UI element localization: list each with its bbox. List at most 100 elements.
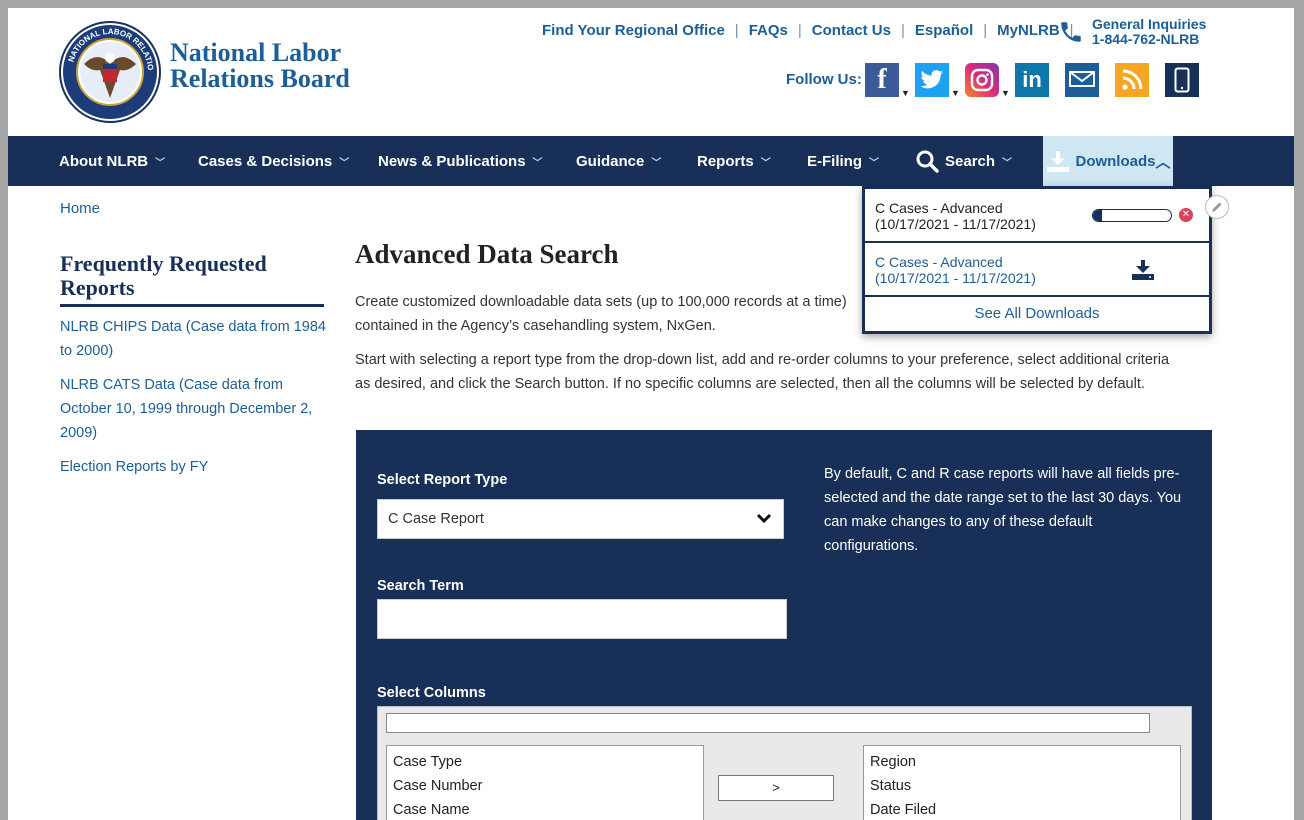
- download-item-in-progress: C Cases - Advanced (10/17/2021 - 11/17/2…: [865, 189, 1209, 243]
- link-line: October 10, 1999 through December 2,: [60, 401, 313, 417]
- nav-guidance[interactable]: Guidance ﹀: [576, 136, 661, 186]
- mynlrb-link[interactable]: MyNLRB: [997, 22, 1060, 39]
- follow-us-label: Follow Us:: [786, 71, 862, 88]
- chevron-down-icon[interactable]: ▼: [1001, 88, 1010, 98]
- paragraph-line: as desired, and click the Search button.…: [355, 376, 1145, 392]
- rss-icon[interactable]: [1115, 63, 1149, 97]
- sidebar-heading-line2: Reports: [60, 275, 135, 300]
- chevron-down-icon: ﹀: [339, 157, 350, 169]
- link-line: 2009): [60, 425, 98, 441]
- inquiries-label: General Inquiries: [1092, 16, 1207, 32]
- site-title[interactable]: National Labor Relations Board: [170, 40, 350, 92]
- chevron-down-icon: ﹀: [532, 157, 543, 169]
- column-option[interactable]: Case Name: [393, 798, 697, 820]
- note-line: By default, C and R case reports will ha…: [824, 466, 1180, 482]
- column-filter-input[interactable]: [386, 713, 1150, 733]
- chevron-down-icon: ﹀: [869, 157, 879, 169]
- contact-us-link[interactable]: Contact Us: [812, 22, 891, 39]
- main-nav: About NLRB ﹀ Cases & Decisions ﹀ News & Pu…: [8, 136, 1294, 186]
- twitter-icon[interactable]: [915, 63, 949, 97]
- link-line: to 2000): [60, 343, 114, 359]
- chevron-down-icon: ﹀: [651, 157, 662, 169]
- separator: |: [900, 22, 905, 39]
- phone-icon: [1061, 22, 1081, 42]
- nav-label: Reports: [697, 152, 754, 170]
- nav-label: Cases & Decisions: [198, 152, 333, 170]
- available-columns-list[interactable]: Case Type Case Number Case Name: [386, 745, 704, 820]
- espanol-link[interactable]: Español: [915, 22, 973, 39]
- instagram-icon[interactable]: [965, 63, 999, 97]
- chevron-down-icon[interactable]: ▼: [951, 88, 960, 98]
- intro-paragraph: Create customized downloadable data sets…: [355, 290, 1215, 338]
- column-option[interactable]: Date Filed: [870, 798, 1174, 820]
- sidebar-link-election-reports[interactable]: Election Reports by FY: [60, 455, 328, 479]
- paragraph-line: Create customized downloadable data sets…: [355, 294, 847, 310]
- download-title-link[interactable]: C Cases - Advanced: [875, 254, 1036, 270]
- nav-reports[interactable]: Reports ﹀: [697, 136, 771, 186]
- page-title: Advanced Data Search: [355, 239, 619, 269]
- chevron-down-icon: ﹀: [1002, 157, 1013, 169]
- nav-e-filing[interactable]: E-Filing ﹀: [807, 136, 879, 186]
- nav-label: Guidance: [576, 152, 645, 170]
- linkedin-icon[interactable]: in: [1015, 63, 1049, 97]
- search-term-input[interactable]: [377, 599, 787, 639]
- mobile-icon[interactable]: [1165, 63, 1199, 97]
- link-line: NLRB CATS Data (Case data from: [60, 377, 283, 393]
- download-icon: [1047, 151, 1070, 172]
- download-range-link[interactable]: (10/17/2021 - 11/17/2021): [875, 270, 1036, 286]
- default-config-note: By default, C and R case reports will ha…: [824, 462, 1194, 558]
- column-option[interactable]: Case Type: [393, 750, 697, 774]
- chevron-down-icon: ﹀: [760, 157, 771, 169]
- chevron-down-icon: ﹀: [155, 157, 166, 169]
- find-regional-office-link[interactable]: Find Your Regional Office: [542, 22, 725, 39]
- facebook-icon[interactable]: f: [865, 63, 899, 97]
- edit-icon[interactable]: [1205, 195, 1229, 219]
- column-option[interactable]: Case Number: [393, 774, 697, 798]
- select-columns-label: Select Columns: [377, 685, 486, 701]
- nav-search[interactable]: Search ﹀: [915, 136, 1012, 186]
- nav-downloads[interactable]: Downloads ︿: [1043, 136, 1173, 186]
- separator: |: [797, 22, 802, 39]
- breadcrumb-home[interactable]: Home: [60, 200, 100, 217]
- download-icon[interactable]: [1131, 259, 1155, 281]
- report-type-label: Select Report Type: [377, 472, 508, 488]
- nav-label: News & Publications: [378, 152, 526, 170]
- sidebar-heading-line1: Frequently Requested: [60, 251, 267, 276]
- inquiries-phone: 1-844-762-NLRB: [1092, 31, 1200, 47]
- column-option[interactable]: Region: [870, 750, 1174, 774]
- progress-fill: [1093, 210, 1103, 221]
- column-option[interactable]: Status: [870, 774, 1174, 798]
- report-type-select[interactable]: C Case Report: [377, 499, 784, 539]
- faqs-link[interactable]: FAQs: [749, 22, 788, 39]
- sidebar-link-chips-data[interactable]: NLRB CHIPS Data (Case data from 1984 to …: [60, 315, 328, 363]
- download-item-ready[interactable]: C Cases - Advanced (10/17/2021 - 11/17/2…: [865, 243, 1209, 297]
- paragraph-line: contained in the Agency’s casehandling s…: [355, 318, 716, 334]
- chevron-down-icon[interactable]: ▼: [901, 88, 910, 98]
- selected-columns-list[interactable]: Region Status Date Filed: [863, 745, 1181, 820]
- download-title: C Cases - Advanced: [875, 200, 1003, 216]
- search-term-label: Search Term: [377, 578, 464, 594]
- email-news-icon[interactable]: [1065, 63, 1099, 97]
- site-title-line1: National Labor: [170, 38, 342, 67]
- nlrb-seal-logo[interactable]: NATIONAL LABOR RELATIONS: [58, 20, 162, 124]
- chevron-down-icon: [756, 513, 772, 524]
- search-icon: [916, 150, 939, 173]
- page: NATIONAL LABOR RELATIONS National Labor …: [8, 8, 1294, 820]
- sidebar-heading: Frequently Requested Reports: [60, 252, 324, 307]
- link-line: NLRB CHIPS Data (Case data from 1984: [60, 319, 326, 335]
- nav-label: E-Filing: [807, 152, 862, 170]
- nav-cases-decisions[interactable]: Cases & Decisions ﹀: [198, 136, 349, 186]
- report-type-value: C Case Report: [388, 511, 484, 527]
- sidebar-link-cats-data[interactable]: NLRB CATS Data (Case data from October 1…: [60, 373, 328, 445]
- note-line: selected and the date range set to the l…: [824, 490, 1182, 506]
- nav-about-nlrb[interactable]: About NLRB ﹀: [59, 136, 165, 186]
- nav-label: Downloads: [1075, 152, 1156, 170]
- move-right-button[interactable]: >: [718, 775, 834, 801]
- download-progress-bar: [1092, 209, 1172, 222]
- general-inquiries[interactable]: General Inquiries 1-844-762-NLRB: [1058, 17, 1206, 47]
- cancel-icon[interactable]: ✕: [1179, 208, 1193, 222]
- instructions-paragraph: Start with selecting a report type from …: [355, 348, 1215, 396]
- download-range: (10/17/2021 - 11/17/2021): [875, 216, 1036, 232]
- nav-label: About NLRB: [59, 152, 149, 170]
- nav-news-publications[interactable]: News & Publications ﹀: [378, 136, 543, 186]
